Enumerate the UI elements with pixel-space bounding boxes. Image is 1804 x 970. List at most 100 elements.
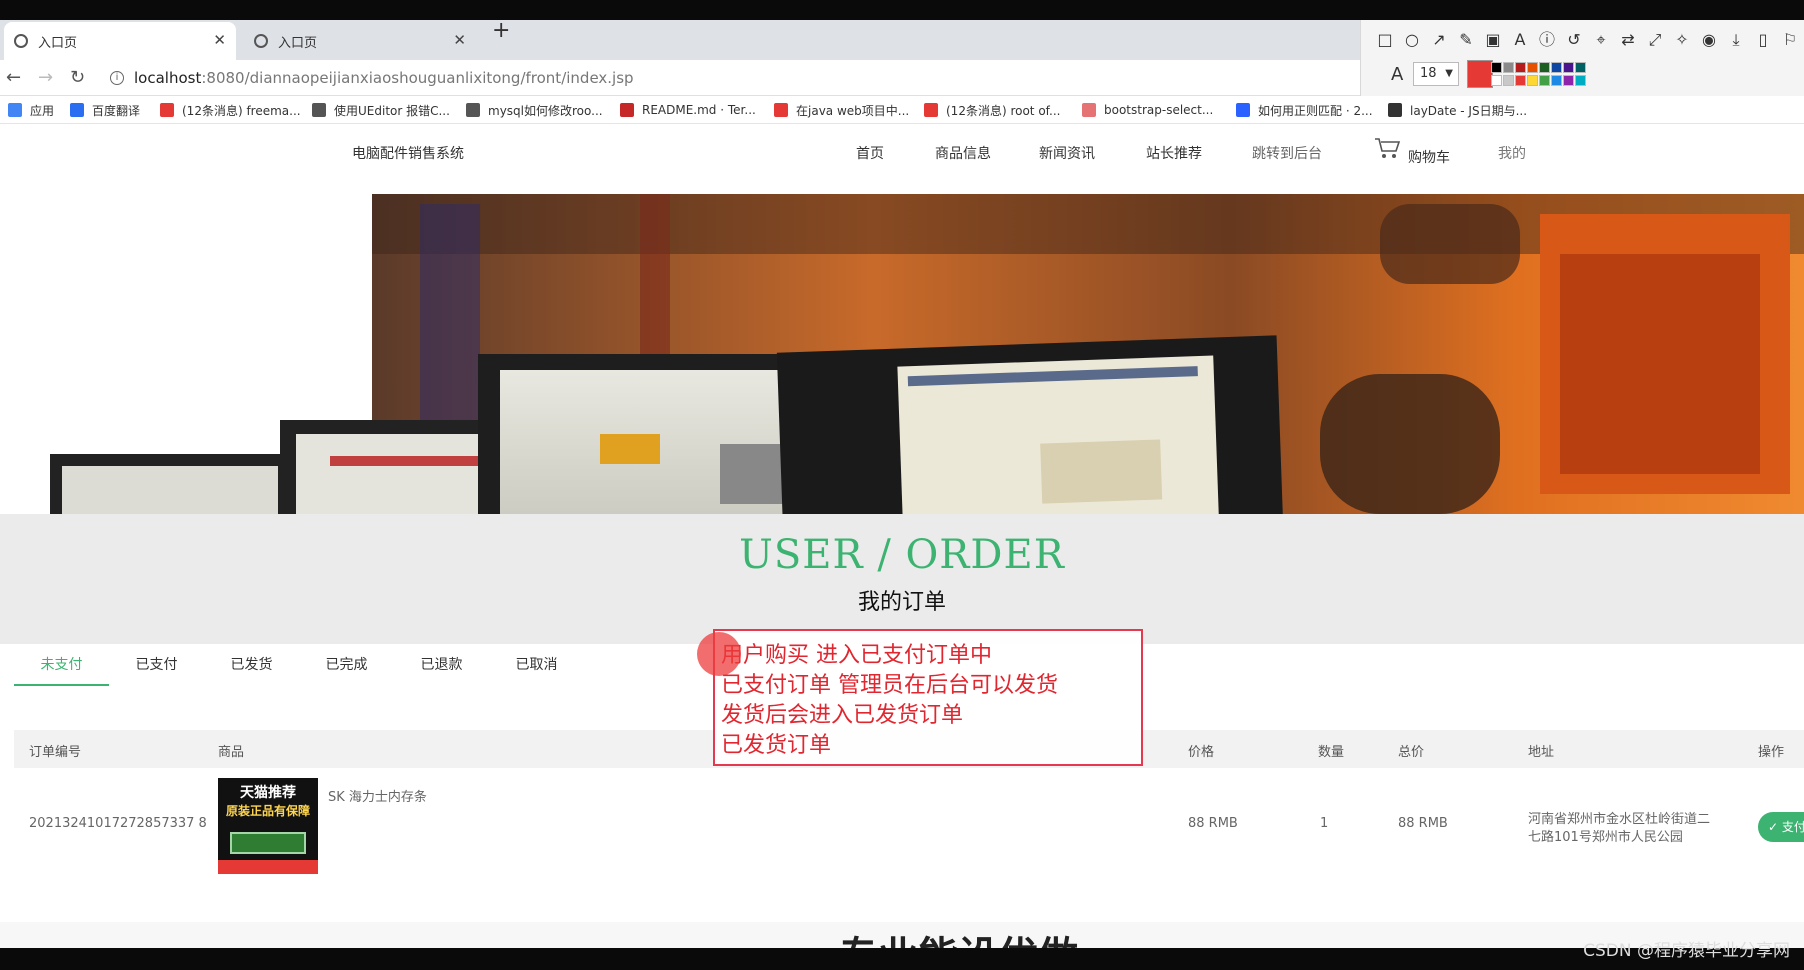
- tab-paid[interactable]: 已支付: [109, 650, 204, 686]
- bookmark-item[interactable]: (12条消息) root of...: [924, 101, 1060, 119]
- check-icon: ✓: [1768, 820, 1782, 834]
- color-swatch[interactable]: [1527, 75, 1538, 86]
- color-swatch[interactable]: [1551, 75, 1562, 86]
- bookmark-label: 应用: [30, 103, 55, 118]
- save-icon[interactable]: ▯: [1753, 30, 1773, 50]
- mosaic-icon[interactable]: ▣: [1483, 30, 1503, 50]
- color-swatch[interactable]: [1551, 62, 1562, 73]
- bookmark-item[interactable]: layDate - JS日期与...: [1388, 101, 1527, 119]
- url-host: localhost: [134, 69, 202, 87]
- nav-recommend[interactable]: 站长推荐: [1146, 143, 1202, 163]
- nav-home[interactable]: 首页: [856, 143, 884, 163]
- color-swatch[interactable]: [1563, 75, 1574, 86]
- color-swatch[interactable]: [1527, 62, 1538, 73]
- new-tab-button[interactable]: +: [492, 18, 510, 43]
- color-swatch[interactable]: [1575, 62, 1586, 73]
- color-swatch[interactable]: [1515, 62, 1526, 73]
- annotation-text-box[interactable]: 用户购买 进入已支付订单中 已支付订单 管理员在后台可以发货 发货后会进入已发货…: [713, 629, 1143, 766]
- site-title[interactable]: 电脑配件销售系统: [352, 143, 464, 163]
- page-heading-section: USER / ORDER 我的订单: [0, 514, 1804, 644]
- tab-shipped[interactable]: 已发货: [204, 650, 299, 686]
- bookmark-item[interactable]: mysql如何修改roo...: [466, 101, 603, 119]
- window-bottom-bar: [0, 948, 1804, 970]
- total: 88 RMB: [1398, 816, 1448, 831]
- nav-admin[interactable]: 跳转到后台: [1252, 143, 1322, 163]
- col-address: 地址: [1528, 745, 1555, 760]
- browser-tab-1[interactable]: 入口页 ✕: [4, 22, 236, 60]
- thumb-sub-text: 原装正品有保障: [225, 804, 310, 818]
- text-icon[interactable]: A: [1510, 30, 1530, 50]
- bookmark-item[interactable]: 在java web项目中...: [774, 101, 909, 119]
- bookmark-item[interactable]: 应用: [8, 101, 54, 119]
- color-swatch[interactable]: [1515, 75, 1526, 86]
- close-icon[interactable]: ✕: [453, 31, 466, 49]
- annotation-toolbar: □ ○ ↗ ✎ ▣ Aⓘ ↺ ⌖ ⇄ ⤢ ✧ ◉ ⤓ ▯ ⚐ A 18 ▼: [1360, 20, 1804, 96]
- color-swatch[interactable]: [1503, 75, 1514, 86]
- tab-unpaid[interactable]: 未支付: [14, 650, 109, 686]
- arrow-icon[interactable]: ↗: [1429, 30, 1449, 50]
- price: 88 RMB: [1188, 816, 1238, 831]
- bookmark-item[interactable]: 使用UEditor 报错C...: [312, 101, 450, 119]
- product-thumbnail[interactable]: 天猫推荐 原装正品有保障: [218, 778, 318, 874]
- back-icon[interactable]: ←: [6, 67, 21, 88]
- circle-icon[interactable]: ○: [1402, 30, 1422, 50]
- tab-title: 入口页: [38, 35, 78, 51]
- nav-mine[interactable]: 我的: [1498, 143, 1526, 163]
- product-name[interactable]: SK 海力士内存条: [328, 786, 427, 805]
- bookmark-icon[interactable]: ⚐: [1780, 30, 1800, 50]
- footer-section-peek: 专业能设优做: [0, 922, 1804, 948]
- number-icon[interactable]: ⓘ: [1537, 30, 1557, 50]
- close-icon[interactable]: ✕: [213, 31, 226, 49]
- cart-icon[interactable]: [1374, 136, 1402, 160]
- tab-cancelled[interactable]: 已取消: [489, 650, 584, 686]
- font-size-icon[interactable]: A: [1391, 64, 1403, 85]
- color-swatch[interactable]: [1563, 62, 1574, 73]
- color-swatch[interactable]: [1503, 62, 1514, 73]
- address-line-2: 七路101号郑州市人民公园: [1528, 830, 1683, 845]
- forward-icon[interactable]: →: [38, 67, 53, 88]
- rectangle-icon[interactable]: □: [1375, 30, 1395, 50]
- fullscreen-icon[interactable]: ⤢: [1645, 30, 1665, 50]
- pencil-icon[interactable]: ✎: [1456, 30, 1476, 50]
- color-swatch[interactable]: [1491, 62, 1502, 73]
- nav-products[interactable]: 商品信息: [935, 143, 991, 163]
- bookmark-label: 如何用正则匹配 · 2...: [1258, 103, 1373, 118]
- tab-completed[interactable]: 已完成: [299, 650, 394, 686]
- translate-icon[interactable]: ⇄: [1618, 30, 1638, 50]
- download-icon[interactable]: ⤓: [1726, 30, 1746, 50]
- bookmark-item[interactable]: bootstrap-select...: [1082, 101, 1213, 119]
- bookmark-label: layDate - JS日期与...: [1410, 103, 1528, 118]
- magic-icon[interactable]: ✧: [1672, 30, 1692, 50]
- bookmark-favicon-icon: [8, 103, 22, 117]
- thumb-badge-text: 天猫推荐: [240, 785, 296, 801]
- color-swatch[interactable]: [1539, 75, 1550, 86]
- color-swatch[interactable]: [1491, 75, 1502, 86]
- undo-icon[interactable]: ↺: [1564, 30, 1584, 50]
- nav-cart[interactable]: 购物车: [1408, 147, 1450, 167]
- current-color-swatch[interactable]: [1467, 60, 1493, 88]
- bookmark-item[interactable]: (12条消息) freema...: [160, 101, 301, 119]
- tab-title: 入口页: [278, 35, 318, 51]
- site-header: 电脑配件销售系统 首页 商品信息 新闻资讯 站长推荐 跳转到后台 购物车 我的: [0, 124, 1804, 194]
- ram-module-image: [230, 832, 306, 854]
- bookmark-item[interactable]: 百度翻译: [70, 101, 140, 119]
- record-icon[interactable]: ◉: [1699, 30, 1719, 50]
- bookmark-item[interactable]: README.md · Ter...: [620, 101, 756, 119]
- info-icon[interactable]: i: [110, 71, 124, 85]
- screen: 入口页 ✕ 入口页 ✕ + ← → ↻ i localhost :8080/di…: [0, 0, 1804, 970]
- pay-button[interactable]: ✓ 支付: [1758, 812, 1804, 842]
- nav-news[interactable]: 新闻资讯: [1039, 143, 1095, 163]
- bookmark-item[interactable]: 如何用正则匹配 · 2...: [1236, 101, 1373, 119]
- tab-refunded[interactable]: 已退款: [394, 650, 489, 686]
- window-top-bar: [0, 0, 1804, 20]
- pin-icon[interactable]: ⌖: [1591, 30, 1611, 50]
- color-swatch[interactable]: [1539, 62, 1550, 73]
- col-product: 商品: [218, 745, 245, 760]
- reload-icon[interactable]: ↻: [70, 67, 85, 88]
- annotation-line-1: 用户购买 进入已支付订单中: [721, 643, 992, 668]
- bookmark-favicon-icon: [466, 103, 480, 117]
- font-size-select[interactable]: 18 ▼: [1413, 62, 1459, 86]
- browser-tab-2[interactable]: 入口页 ✕: [244, 22, 476, 60]
- color-swatch[interactable]: [1575, 75, 1586, 86]
- url-field[interactable]: i localhost :8080/diannaopeijianxiaoshou…: [110, 60, 634, 96]
